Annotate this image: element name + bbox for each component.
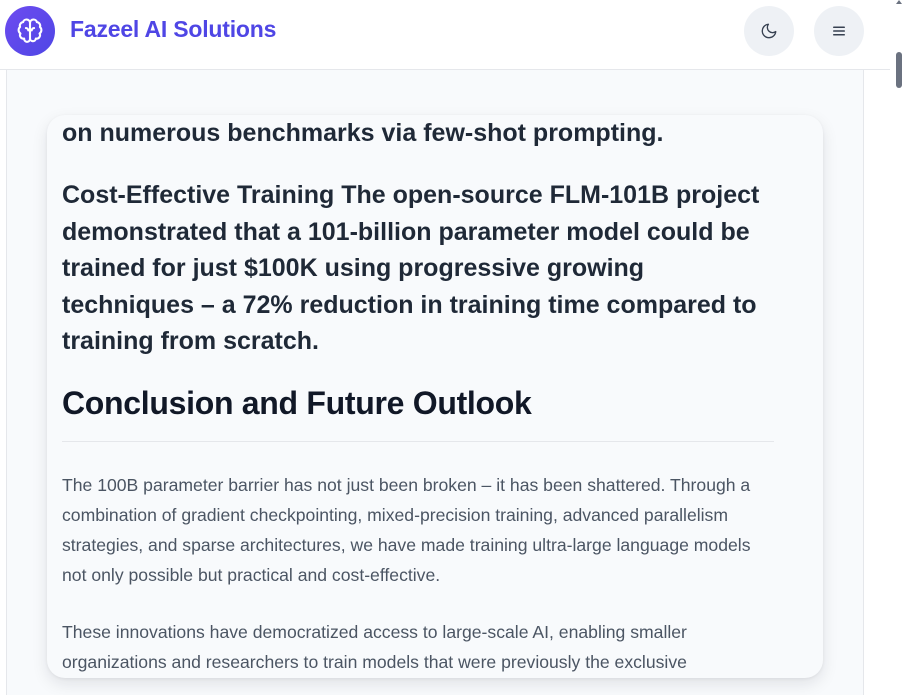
conclusion-paragraph: The 100B parameter barrier has not just … [62, 475, 751, 585]
cost-effective-training-paragraph: Cost-Effective Training The open-source … [62, 181, 760, 355]
theme-toggle-button[interactable] [744, 6, 794, 56]
lead-text-fragment: on numerous benchmarks via few-shot prom… [62, 119, 664, 147]
main-content: on numerous benchmarks via few-shot prom… [6, 70, 864, 695]
scroll-up-arrow-icon[interactable] [896, 0, 902, 4]
article-card: on numerous benchmarks via few-shot prom… [47, 115, 823, 678]
scrollbar-thumb[interactable] [896, 52, 902, 88]
logo[interactable] [5, 6, 55, 56]
page-scrollbar[interactable] [890, 0, 902, 695]
app-header: Fazeel AI Solutions [0, 0, 890, 70]
section-heading: Conclusion and Future Outlook [62, 385, 532, 421]
hamburger-menu-icon [833, 26, 845, 36]
brand-name[interactable]: Fazeel AI Solutions [70, 16, 276, 43]
moon-icon [761, 23, 777, 39]
heading-divider [62, 441, 774, 442]
brain-icon [17, 18, 43, 43]
menu-button[interactable] [814, 6, 864, 56]
innovations-paragraph: These innovations have democratized acce… [62, 622, 687, 672]
